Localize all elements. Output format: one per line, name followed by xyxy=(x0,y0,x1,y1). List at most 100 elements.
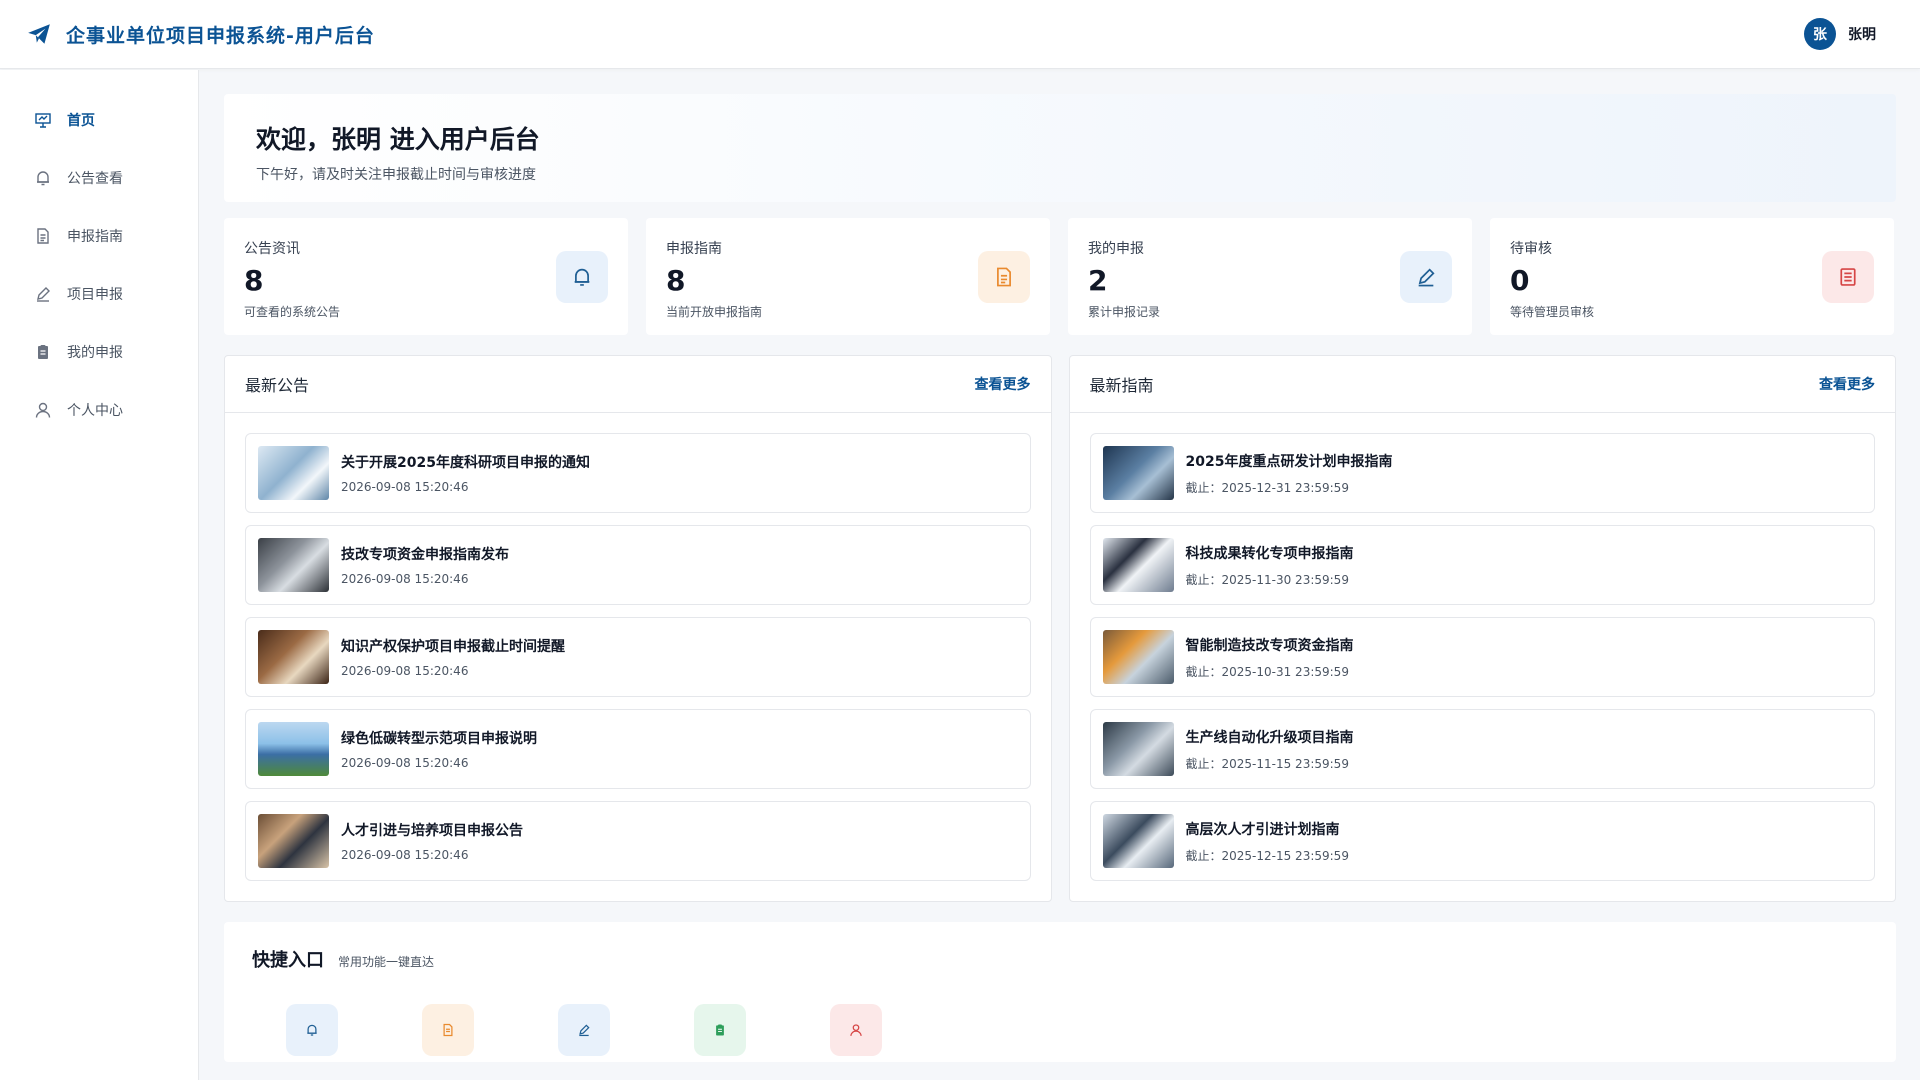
quick-announcements-button[interactable] xyxy=(286,1004,338,1056)
item-date: 2026-09-08 15:20:46 xyxy=(341,664,469,678)
quick-access-section: 快捷入口 常用功能一键直达 xyxy=(224,922,1896,1062)
guide-item[interactable]: 2025年度重点研发计划申报指南 截止：2025-12-31 23:59:59 xyxy=(1089,433,1875,513)
edit-icon xyxy=(579,1024,590,1037)
item-title: 知识产权保护项目申报截止时间提醒 xyxy=(341,639,565,655)
thumbnail-image xyxy=(258,722,329,776)
view-more-link[interactable]: 查看更多 xyxy=(1819,374,1875,394)
item-title: 生产线自动化升级项目指南 xyxy=(1185,729,1354,746)
panel-header: 最新公告 查看更多 xyxy=(225,356,1051,413)
guides-panel: 最新指南 查看更多 2025年度重点研发计划申报指南 截止：2025-12-31 … xyxy=(1068,355,1896,902)
app-title: 企事业单位项目申报系统-用户后台 xyxy=(66,24,375,47)
stat-sub: 可查看的系统公告 xyxy=(244,305,341,319)
announcement-item[interactable]: 知识产权保护项目申报截止时间提醒 2026-09-08 15:20:46 xyxy=(245,617,1031,697)
item-date: 2026-09-08 15:20:46 xyxy=(341,480,469,494)
thumbnail-image xyxy=(1102,630,1174,684)
user-menu[interactable]: 张 张明 xyxy=(1804,18,1876,50)
user-icon xyxy=(850,1024,862,1036)
user-name[interactable]: 张明 xyxy=(1848,24,1876,44)
sidebar-item-my-applications[interactable]: 我的申报 xyxy=(0,323,198,381)
stat-value: 8 xyxy=(244,264,264,297)
edit-icon xyxy=(34,285,52,303)
quick-access-subtitle: 常用功能一键直达 xyxy=(338,955,435,969)
panel-title: 最新公告 xyxy=(245,376,310,395)
document-icon xyxy=(443,1023,453,1037)
item-title: 关于开展2025年度科研项目申报的通知 xyxy=(341,455,590,471)
avatar[interactable]: 张 xyxy=(1804,18,1836,50)
stat-label: 我的申报 xyxy=(1088,241,1144,257)
item-title: 科技成果转化专项申报指南 xyxy=(1185,545,1354,562)
clipboard-icon xyxy=(716,1024,724,1036)
panels-row: 最新公告 查看更多 关于开展2025年度科研项目申报的通知 2026-09-08 … xyxy=(224,355,1896,902)
panel-title: 最新指南 xyxy=(1089,376,1154,395)
announcement-item[interactable]: 关于开展2025年度科研项目申报的通知 2026-09-08 15:20:46 xyxy=(245,433,1031,513)
user-icon xyxy=(34,401,52,419)
item-title: 2025年度重点研发计划申报指南 xyxy=(1185,453,1393,470)
item-title: 绿色低碳转型示范项目申报说明 xyxy=(341,731,537,747)
quick-profile-button[interactable] xyxy=(830,1004,882,1056)
guide-list: 2025年度重点研发计划申报指南 截止：2025-12-31 23:59:59 科… xyxy=(1070,413,1896,881)
sidebar-item-label: 首页 xyxy=(67,113,95,129)
clipboard-icon xyxy=(34,343,52,361)
thumbnail-image xyxy=(258,538,329,592)
sidebar-item-guides[interactable]: 申报指南 xyxy=(0,207,198,265)
quick-access-title: 快捷入口 xyxy=(252,950,324,971)
thumbnail-image xyxy=(258,630,329,684)
thumbnail-image xyxy=(1102,538,1174,592)
announcements-panel: 最新公告 查看更多 关于开展2025年度科研项目申报的通知 2026-09-08 … xyxy=(224,355,1052,902)
stat-card-guides[interactable]: 申报指南 8 当前开放申报指南 xyxy=(646,218,1050,335)
announcement-item[interactable]: 技改专项资金申报指南发布 2026-09-08 15:20:46 xyxy=(245,525,1031,605)
bell-icon xyxy=(556,251,608,303)
presentation-icon xyxy=(34,111,52,129)
quick-my-applications-button[interactable] xyxy=(694,1004,746,1056)
announcement-list: 关于开展2025年度科研项目申报的通知 2026-09-08 15:20:46 技… xyxy=(225,413,1051,881)
stat-card-announcements[interactable]: 公告资讯 8 可查看的系统公告 xyxy=(224,218,628,335)
list-icon xyxy=(1822,251,1874,303)
guide-item[interactable]: 生产线自动化升级项目指南 截止：2025-11-15 23:59:59 xyxy=(1089,709,1875,789)
thumbnail-image xyxy=(258,814,329,868)
sidebar: 首页 公告查看 申报指南 项目申报 我的申报 个人中心 xyxy=(0,70,199,1080)
quick-apply-button[interactable] xyxy=(558,1004,610,1056)
item-date: 截止：2025-11-30 23:59:59 xyxy=(1185,572,1349,587)
welcome-title: 欢迎，张明 进入用户后台 xyxy=(256,125,540,154)
item-title: 人才引进与培养项目申报公告 xyxy=(341,823,523,839)
announcement-item[interactable]: 绿色低碳转型示范项目申报说明 2026-09-08 15:20:46 xyxy=(245,709,1031,789)
sidebar-item-profile[interactable]: 个人中心 xyxy=(0,381,198,439)
item-title: 技改专项资金申报指南发布 xyxy=(341,547,509,563)
sidebar-item-label: 个人中心 xyxy=(67,403,123,419)
stat-card-pending[interactable]: 待审核 0 等待管理员审核 xyxy=(1490,218,1894,335)
document-icon xyxy=(34,227,52,245)
document-icon xyxy=(978,251,1030,303)
stat-value: 0 xyxy=(1510,264,1530,297)
item-date: 截止：2025-10-31 23:59:59 xyxy=(1185,664,1349,679)
item-date: 截止：2025-12-31 23:59:59 xyxy=(1185,480,1349,495)
sidebar-item-home[interactable]: 首页 xyxy=(0,91,198,149)
sidebar-item-announcements[interactable]: 公告查看 xyxy=(0,149,198,207)
panel-header: 最新指南 查看更多 xyxy=(1069,356,1895,413)
item-date: 截止：2025-12-15 23:59:59 xyxy=(1185,848,1349,863)
thumbnail-image xyxy=(258,446,329,500)
stat-card-my-applications[interactable]: 我的申报 2 累计申报记录 xyxy=(1068,218,1472,335)
item-title: 高层次人才引进计划指南 xyxy=(1185,821,1340,838)
sidebar-item-label: 申报指南 xyxy=(67,229,123,245)
thumbnail-image xyxy=(1102,446,1174,500)
thumbnail-image xyxy=(1102,814,1174,868)
edit-icon xyxy=(1400,251,1452,303)
guide-item[interactable]: 智能制造技改专项资金指南 截止：2025-10-31 23:59:59 xyxy=(1089,617,1875,697)
stat-label: 申报指南 xyxy=(666,241,722,257)
guide-item[interactable]: 科技成果转化专项申报指南 截止：2025-11-30 23:59:59 xyxy=(1089,525,1875,605)
quick-access-icons xyxy=(252,1004,1868,1056)
sidebar-item-label: 项目申报 xyxy=(67,287,123,303)
item-title: 智能制造技改专项资金指南 xyxy=(1185,637,1354,654)
guide-item[interactable]: 高层次人才引进计划指南 截止：2025-12-15 23:59:59 xyxy=(1089,801,1875,881)
quick-guides-button[interactable] xyxy=(422,1004,474,1056)
sidebar-item-apply[interactable]: 项目申报 xyxy=(0,265,198,323)
main-content: 欢迎，张明 进入用户后台 下午好，请及时关注申报截止时间与审核进度 公告资讯 8… xyxy=(224,94,1896,1062)
stat-label: 公告资讯 xyxy=(244,241,300,257)
item-date: 截止：2025-11-15 23:59:59 xyxy=(1185,756,1349,771)
sidebar-item-label: 我的申报 xyxy=(67,345,123,361)
bell-icon xyxy=(34,169,52,187)
stat-sub: 等待管理员审核 xyxy=(1510,305,1595,319)
announcement-item[interactable]: 人才引进与培养项目申报公告 2026-09-08 15:20:46 xyxy=(245,801,1031,881)
quick-access-header: 快捷入口 常用功能一键直达 xyxy=(252,946,1868,972)
view-more-link[interactable]: 查看更多 xyxy=(975,374,1031,394)
